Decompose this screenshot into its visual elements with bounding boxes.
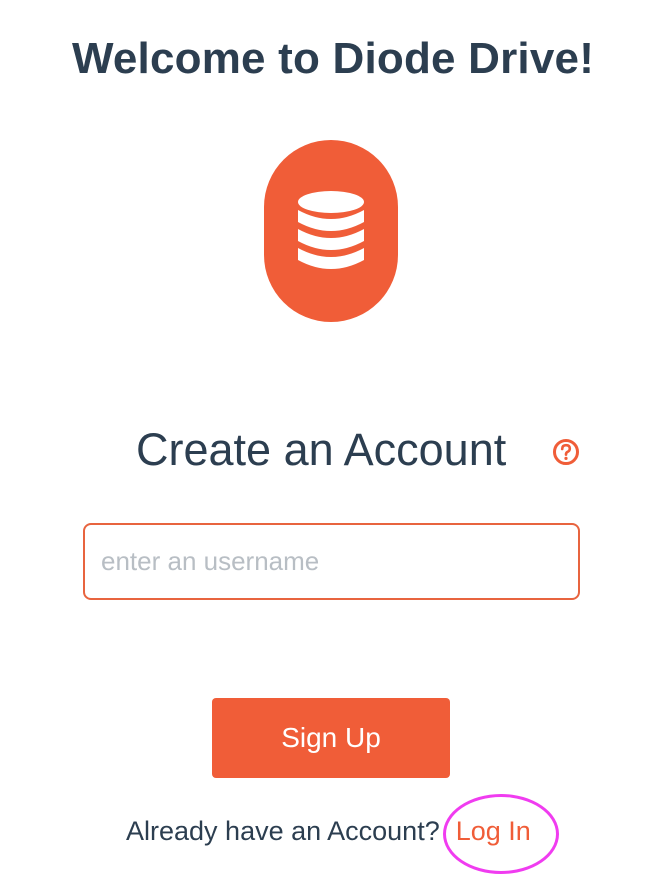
login-prompt: Already have an Account? Log In xyxy=(126,816,531,856)
database-icon xyxy=(298,191,364,269)
username-input[interactable] xyxy=(83,523,580,600)
question-circle-icon[interactable] xyxy=(552,438,580,466)
sign-up-button[interactable]: Sign Up xyxy=(212,698,450,778)
log-in-link[interactable]: Log In xyxy=(456,816,531,846)
login-prompt-text: Already have an Account? xyxy=(126,816,440,846)
app-logo xyxy=(264,140,398,322)
form-heading: Create an Account xyxy=(136,424,507,475)
page-title: Welcome to Diode Drive! xyxy=(71,34,595,83)
form-heading-row: Create an Account xyxy=(0,424,666,484)
